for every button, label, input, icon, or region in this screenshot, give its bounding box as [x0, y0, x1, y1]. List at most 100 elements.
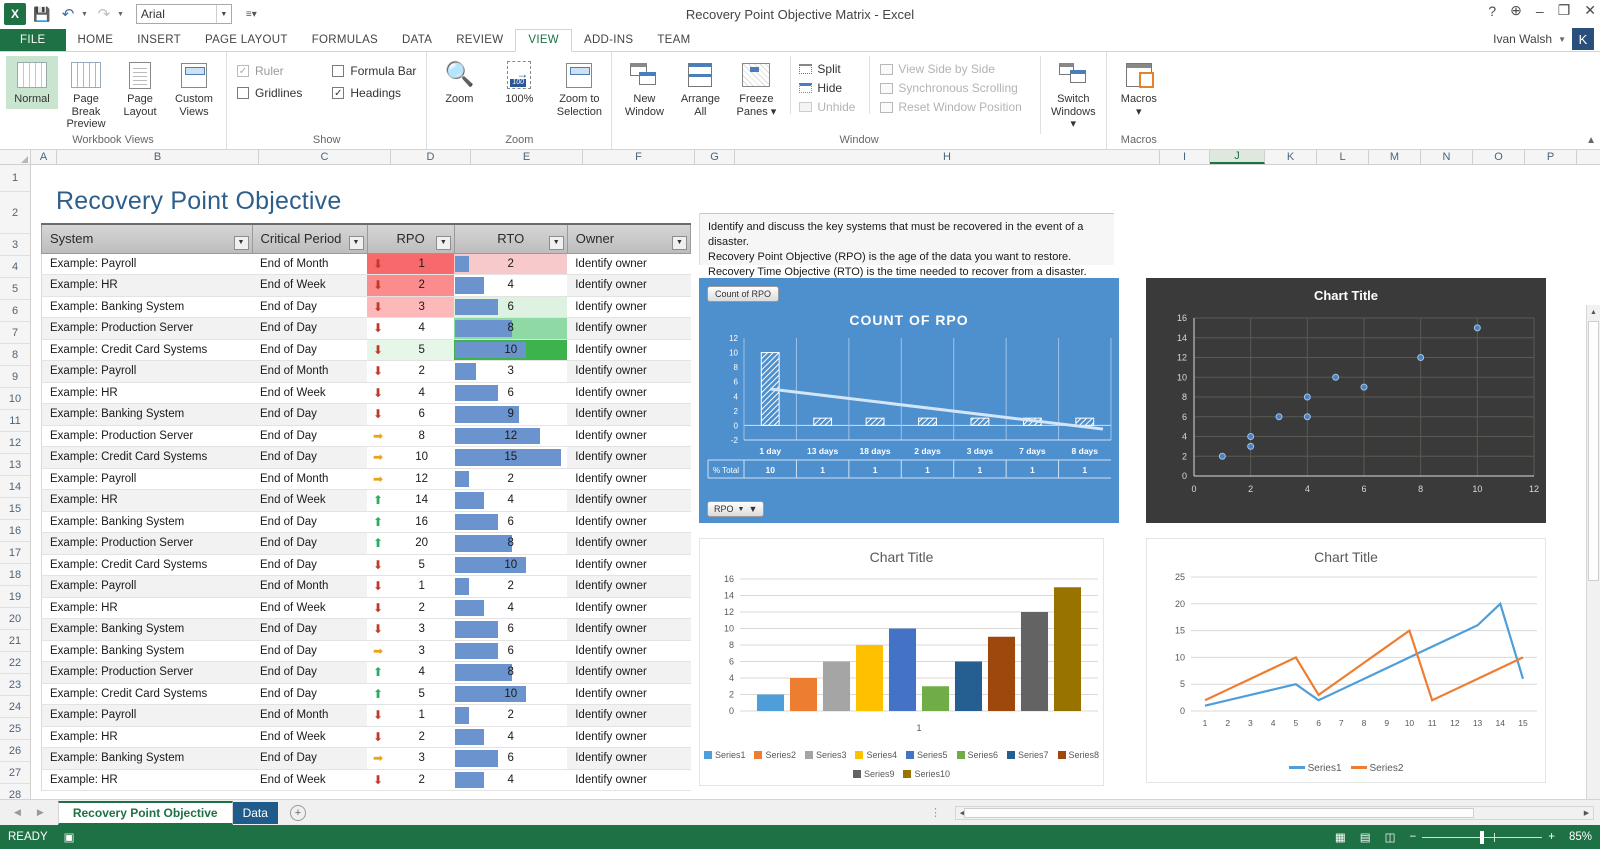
- table-row[interactable]: Example: HREnd of Week⬇24Identify owner: [42, 726, 691, 748]
- cell-owner[interactable]: Identify owner: [567, 318, 690, 340]
- cell-rpo[interactable]: ➡3: [367, 748, 454, 770]
- cell-rpo[interactable]: ⬇2: [367, 726, 454, 748]
- horizontal-scrollbar[interactable]: ◀ ▶: [955, 806, 1594, 820]
- table-row[interactable]: Example: HREnd of Week⬆144Identify owner: [42, 490, 691, 512]
- font-name-input[interactable]: Arial ▼: [136, 4, 232, 24]
- tab-formulas[interactable]: FORMULAS: [300, 30, 390, 51]
- button-zoom-100[interactable]: 100%: [493, 56, 545, 109]
- cell-critical-period[interactable]: End of Month: [252, 361, 367, 383]
- column-header-K[interactable]: K: [1265, 150, 1317, 164]
- row-header-20[interactable]: 20: [0, 608, 30, 630]
- split-handle[interactable]: ⋮: [930, 806, 943, 819]
- zoom-track[interactable]: [1422, 837, 1542, 838]
- legend-item[interactable]: Series1: [704, 750, 746, 760]
- cell-critical-period[interactable]: End of Week: [252, 382, 367, 404]
- table-row[interactable]: Example: HREnd of Week⬇46Identify owner: [42, 382, 691, 404]
- close-icon[interactable]: ✕: [1584, 2, 1596, 19]
- cell-rto[interactable]: 2: [454, 253, 567, 275]
- sheet-nav-arrows[interactable]: ◀ ▶: [0, 807, 58, 818]
- cell-owner[interactable]: Identify owner: [567, 447, 690, 469]
- cell-owner[interactable]: Identify owner: [567, 361, 690, 383]
- column-header-N[interactable]: N: [1421, 150, 1473, 164]
- column-header-L[interactable]: L: [1317, 150, 1369, 164]
- button-freeze-panes[interactable]: Freeze Panes ▾: [730, 56, 782, 121]
- cell-rpo[interactable]: ⬇2: [367, 769, 454, 791]
- cell-system[interactable]: Example: Banking System: [42, 748, 253, 770]
- cell-critical-period[interactable]: End of Day: [252, 511, 367, 533]
- cell-system[interactable]: Example: Credit Card Systems: [42, 554, 253, 576]
- column-header-D[interactable]: D: [391, 150, 471, 164]
- filter-dropdown-icon[interactable]: ▼: [234, 236, 249, 250]
- table-row[interactable]: Example: Banking SystemEnd of Day➡36Iden…: [42, 640, 691, 662]
- row-header-1[interactable]: 1: [0, 165, 30, 192]
- cell-owner[interactable]: Identify owner: [567, 554, 690, 576]
- row-header-17[interactable]: 17: [0, 542, 30, 564]
- column-header-O[interactable]: O: [1473, 150, 1525, 164]
- table-row[interactable]: Example: Credit Card SystemsEnd of Day➡1…: [42, 447, 691, 469]
- cell-system[interactable]: Example: Credit Card Systems: [42, 339, 253, 361]
- column-header-E[interactable]: E: [471, 150, 583, 164]
- cell-system[interactable]: Example: Banking System: [42, 296, 253, 318]
- zoom-level[interactable]: 85%: [1569, 831, 1592, 843]
- row-header-3[interactable]: 3: [0, 234, 30, 256]
- column-header-rpo[interactable]: RPO▼: [367, 224, 454, 253]
- cell-critical-period[interactable]: End of Day: [252, 339, 367, 361]
- cell-system[interactable]: Example: Payroll: [42, 705, 253, 727]
- column-header-critical-period[interactable]: Critical Period▼: [252, 224, 367, 253]
- cell-system[interactable]: Example: Production Server: [42, 662, 253, 684]
- cell-system[interactable]: Example: Payroll: [42, 253, 253, 275]
- cell-owner[interactable]: Identify owner: [567, 490, 690, 512]
- cell-critical-period[interactable]: End of Month: [252, 705, 367, 727]
- cell-critical-period[interactable]: End of Day: [252, 296, 367, 318]
- legend-item[interactable]: Series9: [853, 769, 895, 779]
- cell-critical-period[interactable]: End of Day: [252, 447, 367, 469]
- row-header-15[interactable]: 15: [0, 498, 30, 520]
- table-row[interactable]: Example: PayrollEnd of Month⬇12Identify …: [42, 705, 691, 727]
- row-header-8[interactable]: 8: [0, 344, 30, 366]
- cell-rto[interactable]: 3: [454, 361, 567, 383]
- help-icon[interactable]: ?: [1488, 3, 1496, 19]
- table-row[interactable]: Example: Credit Card SystemsEnd of Day⬆5…: [42, 683, 691, 705]
- button-split[interactable]: Split: [799, 62, 855, 76]
- cell-critical-period[interactable]: End of Day: [252, 748, 367, 770]
- cell-rto[interactable]: 10: [454, 554, 567, 576]
- button-page-layout[interactable]: Page Layout: [114, 56, 166, 121]
- cell-rpo[interactable]: ⬇1: [367, 576, 454, 598]
- chart-legend[interactable]: Series1Series2Series3Series4Series5Serie…: [700, 750, 1103, 779]
- previous-sheet-icon[interactable]: ◀: [14, 807, 21, 818]
- column-header-P[interactable]: P: [1525, 150, 1577, 164]
- pivot-chart-count-of-rpo[interactable]: Count of RPO COUNT OF RPO 121086420-2% T…: [699, 278, 1119, 523]
- cell-owner[interactable]: Identify owner: [567, 382, 690, 404]
- cell-rpo[interactable]: ⬇1: [367, 253, 454, 275]
- cell-owner[interactable]: Identify owner: [567, 533, 690, 555]
- cell-rto[interactable]: 10: [454, 339, 567, 361]
- column-header-I[interactable]: I: [1160, 150, 1210, 164]
- table-row[interactable]: Example: Banking SystemEnd of Day⬇69Iden…: [42, 404, 691, 426]
- cell-rto[interactable]: 12: [454, 425, 567, 447]
- customize-qat-icon[interactable]: ≡▾: [246, 9, 257, 20]
- chevron-down-icon[interactable]: ▼: [216, 5, 231, 23]
- scroll-right-icon[interactable]: ▶: [1580, 807, 1593, 819]
- cell-rto[interactable]: 8: [454, 533, 567, 555]
- zoom-slider[interactable]: − +: [1410, 831, 1555, 843]
- cell-rpo[interactable]: ⬆4: [367, 662, 454, 684]
- cell-rto[interactable]: 10: [454, 683, 567, 705]
- legend-item[interactable]: Series10: [903, 769, 950, 779]
- filter-dropdown-icon[interactable]: ▼: [436, 236, 451, 250]
- table-row[interactable]: Example: Credit Card SystemsEnd of Day⬇5…: [42, 554, 691, 576]
- ribbon-display-options-icon[interactable]: ⊕: [1510, 2, 1522, 19]
- tab-page-layout[interactable]: PAGE LAYOUT: [193, 30, 300, 51]
- cell-rto[interactable]: 6: [454, 296, 567, 318]
- cell-critical-period[interactable]: End of Day: [252, 640, 367, 662]
- cell-critical-period[interactable]: End of Day: [252, 425, 367, 447]
- cell-rto[interactable]: 4: [454, 597, 567, 619]
- chart-legend[interactable]: Series1Series2: [1147, 763, 1545, 774]
- button-page-break-preview[interactable]: Page Break Preview: [60, 56, 112, 134]
- cell-system[interactable]: Example: HR: [42, 490, 253, 512]
- cell-owner[interactable]: Identify owner: [567, 468, 690, 490]
- button-zoom-to-selection[interactable]: Zoom to Selection: [553, 56, 605, 121]
- cell-rto[interactable]: 9: [454, 404, 567, 426]
- cell-rpo[interactable]: ➡8: [367, 425, 454, 447]
- row-header-10[interactable]: 10: [0, 388, 30, 410]
- column-header-owner[interactable]: Owner▼: [567, 224, 690, 253]
